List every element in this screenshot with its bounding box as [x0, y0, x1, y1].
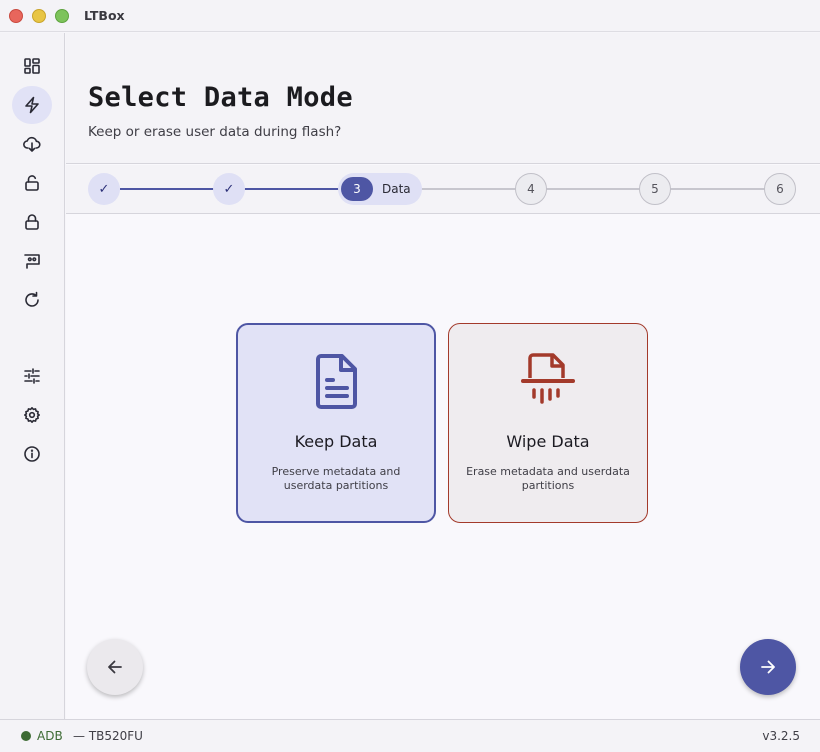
dashboard-icon [24, 58, 40, 74]
page-subtitle: Keep or erase user data during flash? [88, 124, 342, 140]
status-bar: ADB — TB520FU v3.2.5 [0, 719, 820, 752]
next-button[interactable] [740, 639, 796, 695]
sidebar-item-lock[interactable] [12, 203, 52, 241]
wipe-data-option[interactable]: Wipe Data Erase metadata and userdata pa… [448, 323, 648, 523]
step-2-completed[interactable]: ✓ [213, 173, 245, 205]
sidebar-item-settings[interactable] [12, 396, 52, 434]
step-label: Data [382, 182, 411, 196]
step-5: 5 [639, 173, 671, 205]
back-button[interactable] [87, 639, 143, 695]
device-model: — TB520FU [73, 729, 143, 743]
document-icon [316, 354, 357, 409]
step-connector [244, 188, 340, 190]
app-version: v3.2.5 [762, 729, 800, 743]
sidebar-item-dashboard[interactable] [12, 47, 52, 85]
page-title: Select Data Mode [88, 82, 353, 113]
step-1-completed[interactable]: ✓ [88, 173, 120, 205]
window-title: LTBox [84, 8, 125, 23]
refresh-icon [25, 291, 39, 307]
step-connector [546, 188, 640, 190]
sidebar-item-flash[interactable] [12, 86, 52, 124]
step-number: 3 [341, 177, 373, 201]
arrow-right-icon [761, 660, 775, 674]
sidebar [0, 33, 65, 719]
page-header: Select Data Mode Keep or erase user data… [66, 33, 820, 164]
lock-icon [25, 214, 39, 230]
wipe-data-title: Wipe Data [506, 432, 590, 451]
flash-icon [25, 96, 39, 114]
gear-icon [24, 407, 40, 423]
sidebar-item-unlock[interactable] [12, 164, 52, 202]
step-3-current: 3 Data [338, 173, 422, 205]
keep-data-option[interactable]: Keep Data Preserve metadata and userdata… [236, 323, 436, 523]
sidebar-item-device[interactable] [12, 242, 52, 280]
step-6: 6 [764, 173, 796, 205]
arrow-left-icon [108, 660, 122, 674]
sidebar-item-tweaks[interactable] [12, 357, 52, 395]
shredder-icon [521, 353, 575, 404]
sliders-icon [24, 368, 40, 384]
info-icon [24, 446, 40, 462]
unlock-icon [25, 175, 39, 191]
keep-data-title: Keep Data [294, 432, 378, 451]
step-connector [670, 188, 766, 190]
connection-mode: ADB [37, 729, 63, 743]
step-connector [420, 188, 516, 190]
step-4: 4 [515, 173, 547, 205]
step-connector [120, 188, 214, 190]
connection-status-indicator [21, 731, 31, 741]
progress-stepper: ✓ ✓ 3 Data 4 5 6 [66, 165, 820, 214]
main-content: Select Data Mode Keep or erase user data… [66, 33, 820, 719]
minimize-window-button[interactable] [32, 9, 46, 23]
keep-data-description: Preserve metadata and userdata partition… [271, 465, 401, 492]
sidebar-item-refresh[interactable] [12, 281, 52, 319]
close-window-button[interactable] [9, 9, 23, 23]
title-bar: LTBox [0, 0, 820, 32]
sidebar-item-about[interactable] [12, 435, 52, 473]
sidebar-item-download[interactable] [12, 125, 52, 163]
wipe-data-description: Erase metadata and userdata partitions [466, 465, 630, 492]
maximize-window-button[interactable] [55, 9, 69, 23]
device-icon [24, 254, 40, 269]
download-icon [23, 136, 41, 152]
